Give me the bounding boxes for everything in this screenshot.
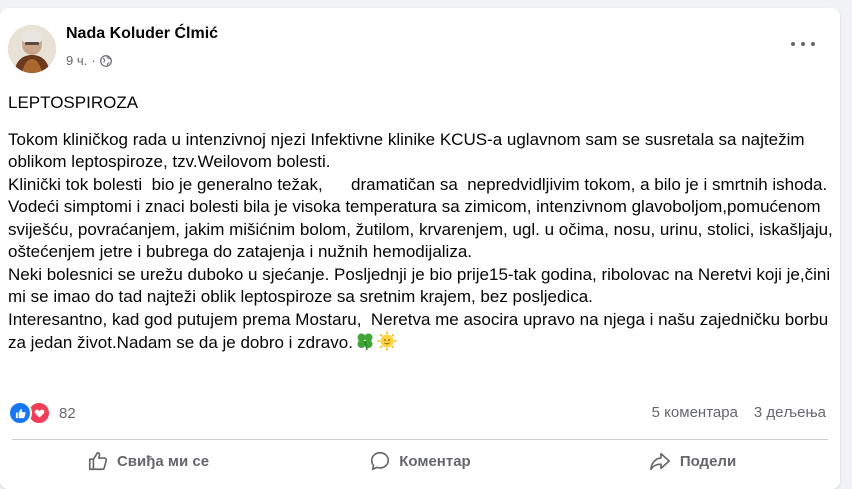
comments-count-link[interactable]: 5 коментара (652, 404, 738, 421)
post-time[interactable]: 9 ч. (66, 53, 87, 68)
post-paragraph: Neki bolesnici se urežu duboko u sjećanj… (8, 264, 835, 307)
more-dot-icon (791, 42, 795, 46)
post-paragraph: Klinički tok bolesti bio je generalno te… (8, 174, 828, 194)
more-dot-icon (801, 42, 805, 46)
post-actions-bar: Свиђа ми се Коментар Подели (12, 444, 828, 478)
like-reaction-icon (8, 401, 32, 425)
reaction-count: 82 (59, 404, 76, 422)
share-arrow-icon (649, 452, 670, 471)
thumbs-up-icon (88, 451, 108, 471)
post-card: Nada Koluder Ćlmić 9 ч. · LEPTOSPIROZA T… (0, 8, 840, 489)
comment-button-label: Коментар (399, 452, 471, 470)
author-name[interactable]: Nada Koluder Ćlmić (66, 25, 218, 43)
shares-count-link[interactable]: 3 дељења (754, 404, 826, 421)
comment-bubble-icon (371, 451, 390, 471)
share-button-label: Подели (679, 452, 737, 470)
divider (12, 439, 828, 440)
engagement-stats: 5 коментара 3 дељења (652, 404, 826, 421)
more-dot-icon (811, 42, 815, 46)
avatar[interactable] (8, 25, 56, 73)
post-body: LEPTOSPIROZA Tokom kliničkog rada u inte… (8, 92, 836, 355)
reaction-summary[interactable]: 82 (8, 401, 76, 425)
post-paragraph: Tokom kliničkog rada u intenzivnoj njezi… (8, 129, 810, 172)
sun-with-face-icon (377, 331, 397, 351)
globe-icon[interactable] (99, 54, 112, 67)
four-leaf-clover-icon (357, 333, 373, 351)
separator-dot: · (91, 53, 96, 68)
post-paragraph: Vodeći simptomi i znaci bolesti bila je … (8, 197, 838, 261)
more-options-button[interactable] (791, 36, 815, 52)
share-button[interactable]: Подели (556, 444, 828, 478)
like-button-label: Свиђа ми се (116, 452, 210, 470)
post-paragraph: Interesantno, kad god putujem prema Most… (8, 309, 833, 353)
comment-button[interactable]: Коментар (284, 444, 556, 478)
post-paragraph-last: Interesantno, kad god putujem prema Most… (8, 309, 836, 355)
post-meta: 9 ч. · (66, 53, 112, 68)
like-button[interactable]: Свиђа ми се (12, 444, 284, 478)
avatar-photo (8, 25, 56, 73)
post-title: LEPTOSPIROZA (8, 93, 139, 112)
